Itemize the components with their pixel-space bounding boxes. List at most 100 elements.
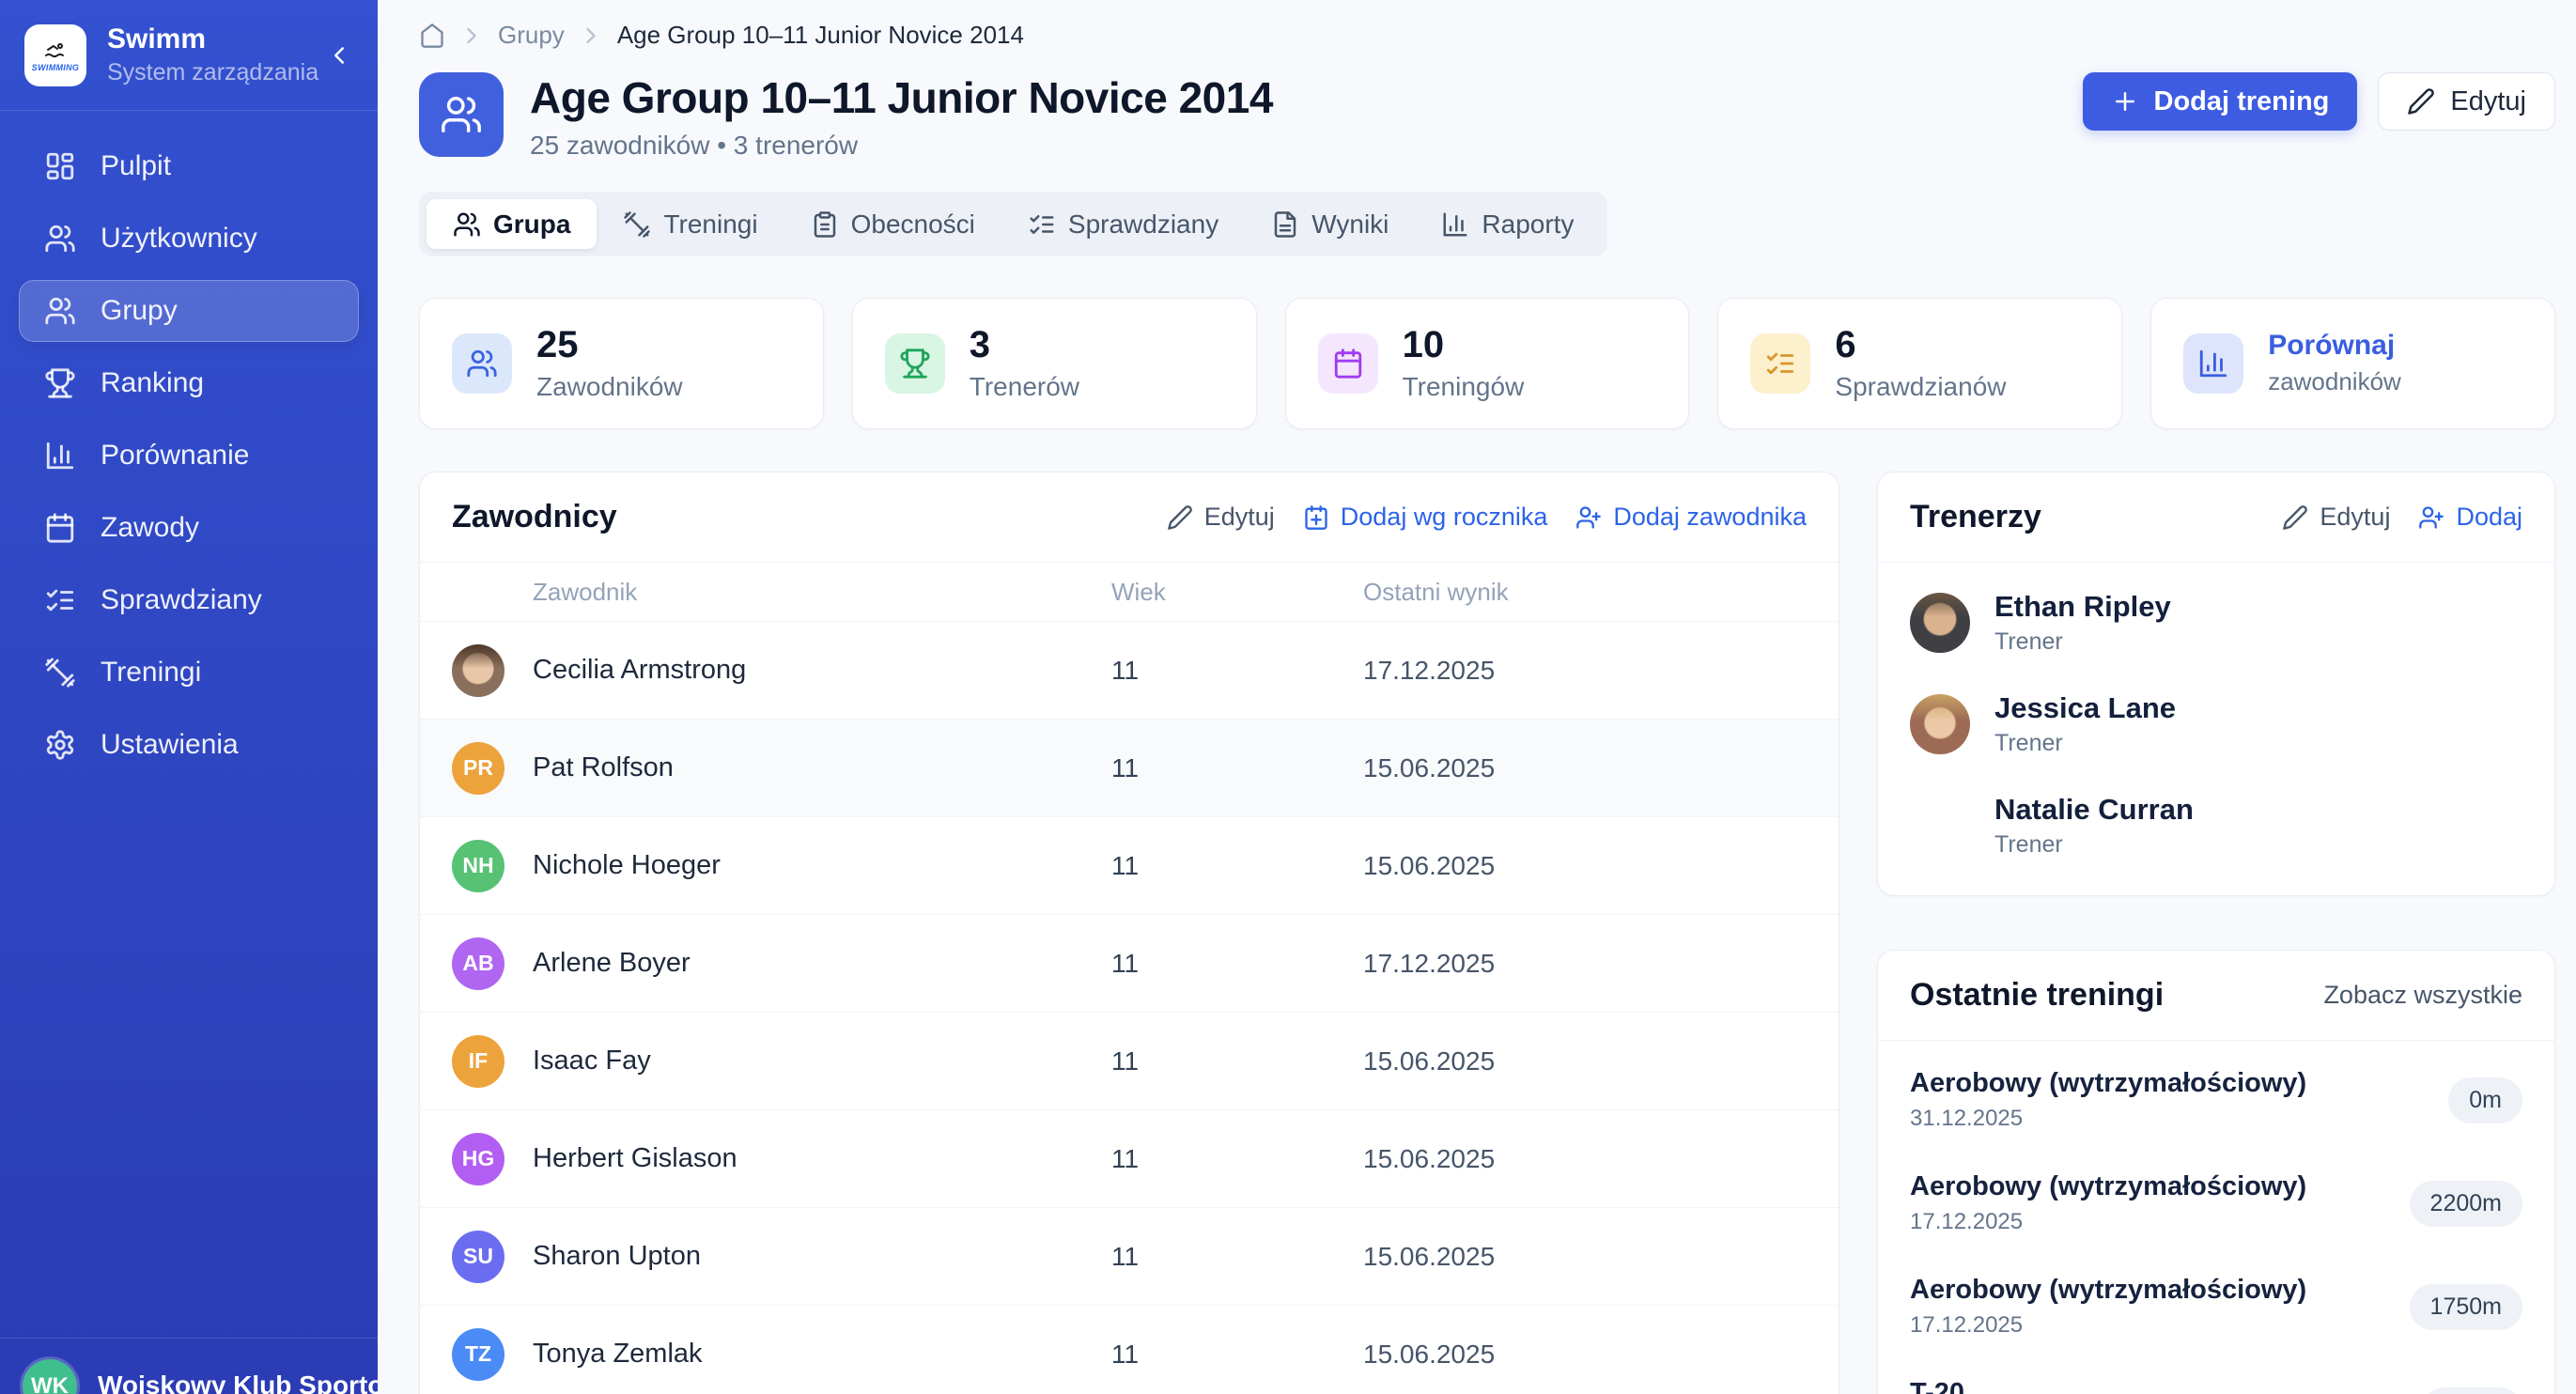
compare-label: zawodników [2268, 367, 2401, 396]
sidebar-user[interactable]: WK Wojskowy Klub Sportowy ... [0, 1338, 378, 1394]
action-label: Edytuj [2320, 503, 2390, 532]
checklist-icon [44, 584, 76, 616]
table-row[interactable]: PR Pat Rolfson 11 15.06.2025 [420, 719, 1839, 816]
sidebar-nav: Pulpit Użytkownicy Grupy Ranking Porówna… [0, 111, 378, 786]
user-plus-icon [1575, 504, 1602, 531]
user-plus-icon [2418, 504, 2444, 531]
training-item[interactable]: Aerobowy (wytrzymałościowy) 17.12.2025 1… [1910, 1255, 2522, 1358]
coaches-add-button[interactable]: Dodaj [2418, 503, 2522, 532]
avatar [452, 644, 504, 697]
sidebar-item-grupy[interactable]: Grupy [19, 280, 359, 342]
tab-label: Sprawdziany [1068, 209, 1218, 240]
sidebar-item-label: Sprawdziany [101, 584, 262, 616]
avatar: WK [23, 1359, 77, 1394]
stat-label: Zawodników [536, 372, 683, 402]
page-title: Age Group 10–11 Junior Novice 2014 [530, 72, 1273, 123]
tab-label: Wyniki [1311, 209, 1389, 240]
sidebar-item-ustawienia[interactable]: Ustawienia [19, 714, 359, 776]
gear-icon [44, 729, 76, 761]
athlete-name: Cecilia Armstrong [533, 655, 746, 686]
sidebar-item-label: Pulpit [101, 150, 171, 182]
stat-value: 25 [536, 326, 683, 364]
add-training-button[interactable]: Dodaj trening [2083, 72, 2358, 131]
avatar [1910, 694, 1970, 754]
page-header-text: Age Group 10–11 Junior Novice 2014 25 za… [530, 72, 1273, 161]
tab-label: Grupa [493, 209, 570, 240]
tab-wyniki[interactable]: Wyniki [1245, 199, 1415, 249]
coach-item[interactable]: Natalie Curran Trener [1910, 775, 2522, 876]
compare-link[interactable]: Porównaj [2268, 332, 2401, 360]
sidebar-collapse-button[interactable] [325, 41, 353, 70]
table-row[interactable]: Cecilia Armstrong 11 17.12.2025 [420, 621, 1839, 719]
see-all-link[interactable]: Zobacz wszystkie [2323, 981, 2522, 1010]
athlete-name: Herbert Gislason [533, 1143, 737, 1174]
sidebar-item-treningi[interactable]: Treningi [19, 642, 359, 704]
calendar-icon [44, 512, 76, 544]
home-icon[interactable] [419, 23, 445, 49]
coaches-panel: Trenerzy Edytuj Dodaj [1877, 472, 2555, 896]
add-by-year-button[interactable]: Dodaj wg rocznika [1303, 503, 1548, 532]
sidebar-item-ranking[interactable]: Ranking [19, 352, 359, 414]
stat-value: 10 [1403, 326, 1525, 364]
table-row[interactable]: TZ Tonya Zemlak 11 15.06.2025 [420, 1305, 1839, 1394]
athlete-last-result: 15.06.2025 [1363, 851, 1807, 881]
training-item[interactable]: T-20 17.12.2025 200m [1910, 1358, 2522, 1394]
coach-item[interactable]: Ethan Ripley Trener [1910, 572, 2522, 674]
athlete-age: 11 [1111, 1046, 1363, 1076]
sidebar-item-label: Ranking [101, 367, 204, 399]
coach-name: Ethan Ripley [1994, 590, 2171, 624]
breadcrumb-link-grupy[interactable]: Grupy [498, 21, 565, 50]
coach-role: Trener [1994, 628, 2171, 656]
add-athlete-button[interactable]: Dodaj zawodnika [1575, 503, 1807, 532]
checklist-icon [1750, 333, 1810, 394]
column-header-wiek: Wiek [1111, 578, 1363, 607]
training-date: 31.12.2025 [1910, 1106, 2306, 1132]
compare-card[interactable]: Porównaj zawodników [2150, 298, 2555, 429]
sidebar-item-porownanie[interactable]: Porównanie [19, 425, 359, 487]
table-row[interactable]: AB Arlene Boyer 11 17.12.2025 [420, 914, 1839, 1012]
training-date: 17.12.2025 [1910, 1209, 2306, 1235]
sidebar-item-pulpit[interactable]: Pulpit [19, 135, 359, 197]
table-row[interactable]: HG Herbert Gislason 11 15.06.2025 [420, 1109, 1839, 1207]
chevron-right-icon [458, 23, 485, 49]
tab-sprawdziany[interactable]: Sprawdziany [1001, 199, 1245, 249]
sidebar-item-sprawdziany[interactable]: Sprawdziany [19, 569, 359, 631]
athletes-edit-button[interactable]: Edytuj [1167, 503, 1275, 532]
coach-item[interactable]: Jessica Lane Trener [1910, 674, 2522, 775]
recent-trainings-panel: Ostatnie treningi Zobacz wszystkie Aerob… [1877, 950, 2555, 1394]
table-row[interactable]: SU Sharon Upton 11 15.06.2025 [420, 1207, 1839, 1305]
calendar-plus-icon [1303, 504, 1329, 531]
page-actions: Dodaj trening Edytuj [2083, 72, 2556, 131]
training-item[interactable]: Aerobowy (wytrzymałościowy) 31.12.2025 0… [1910, 1048, 2522, 1152]
tab-obecnosci[interactable]: Obecności [784, 199, 1001, 249]
trophy-icon [44, 367, 76, 399]
bar-chart-icon [2183, 333, 2243, 394]
avatar: AB [452, 937, 504, 990]
pencil-icon [1167, 504, 1193, 531]
tab-grupa[interactable]: Grupa [427, 199, 597, 249]
users-icon [453, 210, 481, 239]
tab-raporty[interactable]: Raporty [1415, 199, 1600, 249]
edit-group-button[interactable]: Edytuj [2378, 72, 2555, 131]
sidebar-item-label: Porównanie [101, 440, 249, 472]
table-row[interactable]: IF Isaac Fay 11 15.06.2025 [420, 1012, 1839, 1109]
tab-treningi[interactable]: Treningi [597, 199, 784, 249]
athlete-name: Nichole Hoeger [533, 850, 721, 881]
training-item[interactable]: Aerobowy (wytrzymałościowy) 17.12.2025 2… [1910, 1152, 2522, 1255]
add-training-label: Dodaj trening [2154, 86, 2330, 117]
dashboard-grid-icon [44, 150, 76, 182]
sidebar-item-label: Użytkownicy [101, 223, 257, 255]
sidebar-item-zawody[interactable]: Zawody [19, 497, 359, 559]
distance-badge: 1750m [2410, 1284, 2522, 1330]
sidebar-item-uzytkownicy[interactable]: Użytkownicy [19, 208, 359, 270]
coaches-edit-button[interactable]: Edytuj [2282, 503, 2390, 532]
action-label: Dodaj [2456, 503, 2522, 532]
breadcrumb-current: Age Group 10–11 Junior Novice 2014 [617, 21, 1024, 50]
table-row[interactable]: NH Nichole Hoeger 11 15.06.2025 [420, 816, 1839, 914]
bar-chart-icon [1441, 210, 1469, 239]
app-titles: Swimm System zarządzania [107, 23, 318, 86]
stat-cards: 25 Zawodników 3 Trenerów 10 Treningów [419, 298, 2555, 429]
edit-label: Edytuj [2450, 86, 2526, 117]
action-label: Edytuj [1204, 503, 1275, 532]
athlete-age: 11 [1111, 949, 1363, 979]
